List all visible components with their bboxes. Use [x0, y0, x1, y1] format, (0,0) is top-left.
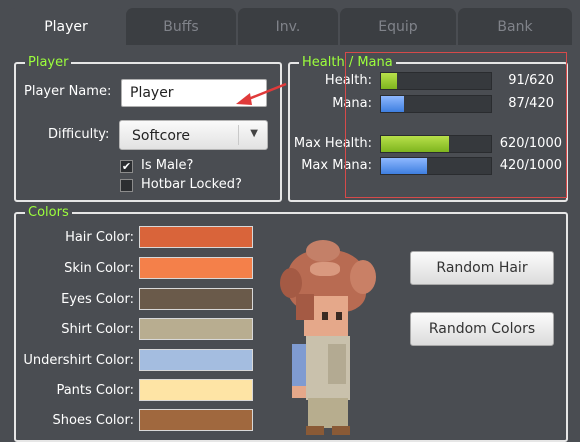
- skin-color-label: Skin Color:: [64, 261, 134, 276]
- difficulty-select[interactable]: Softcore ▼: [119, 120, 268, 150]
- hair-color-swatch[interactable]: [139, 226, 253, 248]
- shoes-color-label: Shoes Color:: [52, 413, 134, 428]
- pants-color-label: Pants Color:: [56, 383, 134, 398]
- undershirt-color-swatch[interactable]: [139, 349, 253, 371]
- hair-spike: [350, 260, 376, 294]
- player-group-legend: Player: [25, 55, 72, 71]
- annotation-highlight-box: [345, 52, 567, 198]
- skin-color-swatch[interactable]: [139, 257, 253, 279]
- character-hand: [292, 386, 306, 398]
- difficulty-value: Softcore: [132, 128, 190, 144]
- tab-label: Buffs: [163, 18, 199, 35]
- tab-inventory[interactable]: Inv.: [238, 8, 338, 45]
- tab-bank[interactable]: Bank: [458, 8, 572, 45]
- tab-label: Bank: [497, 18, 533, 35]
- shirt-color-label: Shirt Color:: [61, 322, 134, 337]
- eyes-color-label: Eyes Color:: [61, 292, 134, 307]
- pants-color-swatch[interactable]: [139, 379, 253, 401]
- chevron-down-icon: ▼: [250, 128, 258, 139]
- undershirt-color-label: Undershirt Color:: [23, 353, 134, 368]
- random-hair-label: Random Hair: [436, 260, 528, 276]
- hotbar-locked-checkbox[interactable]: [120, 179, 133, 192]
- character-shoe: [332, 426, 350, 435]
- tab-player[interactable]: Player: [8, 8, 124, 45]
- tab-buffs[interactable]: Buffs: [126, 8, 236, 45]
- combo-divider: [238, 125, 239, 145]
- shirt-color-swatch[interactable]: [139, 318, 253, 340]
- player-name-label: Player Name:: [24, 84, 112, 99]
- hotbar-locked-label: Hotbar Locked?: [141, 177, 242, 192]
- tab-label: Player: [44, 18, 88, 35]
- colors-group-legend: Colors: [25, 205, 72, 221]
- hair-color-label: Hair Color:: [65, 230, 134, 245]
- annotation-arrow: [236, 82, 287, 105]
- hair-highlight: [310, 262, 340, 276]
- character-preview: [270, 240, 390, 435]
- is-male-label: Is Male?: [141, 158, 194, 173]
- random-colors-label: Random Colors: [428, 321, 536, 337]
- tab-label: Equip: [378, 18, 418, 35]
- character-eye: [322, 312, 328, 320]
- shoes-color-swatch[interactable]: [139, 409, 253, 431]
- character-shoe: [306, 426, 324, 435]
- eyes-color-swatch[interactable]: [139, 288, 253, 310]
- character-pants: [308, 398, 348, 428]
- character-eye: [336, 312, 342, 320]
- difficulty-label: Difficulty:: [48, 127, 110, 142]
- tab-label: Inv.: [275, 18, 301, 35]
- random-colors-button[interactable]: Random Colors: [410, 312, 554, 346]
- hair-fringe: [296, 294, 314, 320]
- shirt-shade: [328, 344, 346, 384]
- tab-equip[interactable]: Equip: [340, 8, 456, 45]
- random-hair-button[interactable]: Random Hair: [410, 251, 554, 285]
- is-male-checkbox[interactable]: ✔: [120, 160, 133, 173]
- hair-spike: [306, 240, 340, 262]
